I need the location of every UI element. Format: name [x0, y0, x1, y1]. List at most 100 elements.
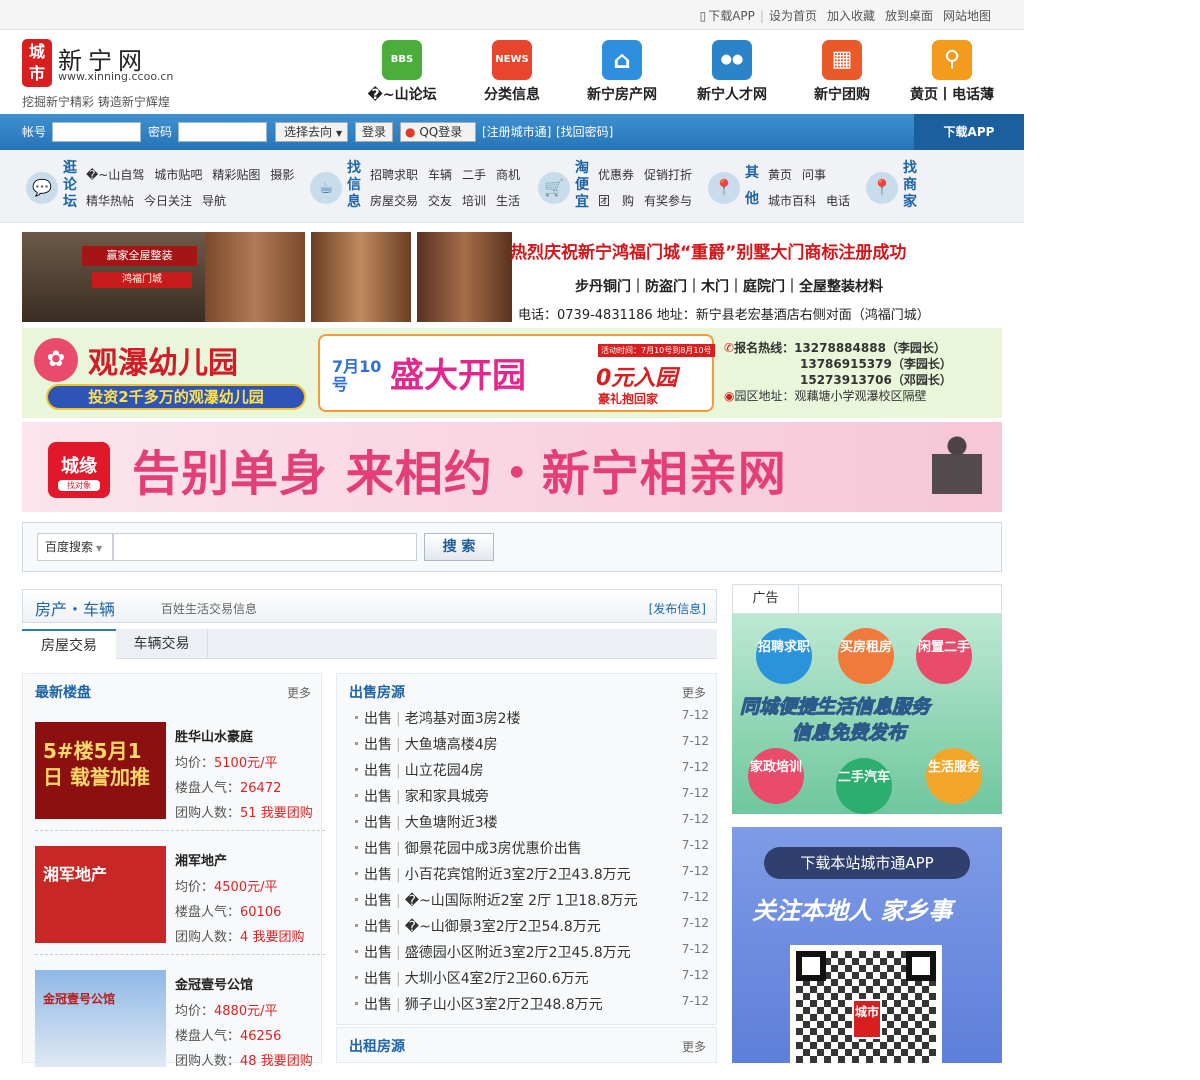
category-link[interactable]: 车辆: [428, 168, 452, 182]
loupan-item[interactable]: 金冠壹号公馆 金冠壹号公馆 均价：4880元/平 楼盘人气：46256 团购人数…: [35, 970, 325, 1080]
category-merchant[interactable]: 📍 找商家: [866, 160, 936, 214]
sale-list-item[interactable]: 出售 | 大圳小区4室2厅2卫60.6万元 7-12: [349, 968, 709, 994]
listing-title[interactable]: 狮子山小区3室2厅2卫48.8万元: [405, 997, 603, 1013]
group-buy-link[interactable]: 我要团购: [261, 806, 313, 821]
search-input[interactable]: [113, 533, 417, 561]
listing-title[interactable]: 大鱼塘高楼4房: [405, 737, 498, 753]
loupan-item[interactable]: 湘军地产 湘军地产 均价：4500元/平 楼盘人气：60106 团购人数：4 我…: [35, 846, 325, 956]
rent-more-link[interactable]: 更多: [682, 1038, 706, 1055]
category-link[interactable]: 电话: [826, 194, 850, 208]
category-link[interactable]: 有奖参与: [644, 194, 692, 208]
category-link[interactable]: 城市贴吧: [154, 168, 202, 182]
top-link-download[interactable]: 下载APP: [708, 9, 755, 23]
tab-car-trade[interactable]: 车辆交易: [116, 629, 208, 659]
sale-list-item[interactable]: 出售 | 大鱼塘附近3楼 7-12: [349, 812, 709, 838]
sale-list-item[interactable]: 出售 | 盛德园小区附近3室2厅2卫45.8万元 7-12: [349, 942, 709, 968]
separator: |: [396, 841, 401, 857]
login-button[interactable]: 登录: [355, 122, 393, 142]
register-link[interactable]: [注册城市通]: [482, 123, 551, 140]
separator: |: [396, 711, 401, 727]
category-link[interactable]: 促销打折: [644, 168, 692, 182]
nav-house[interactable]: ⌂ 新宁房产网: [567, 40, 677, 104]
listing-title[interactable]: 大圳小区4室2厅2卫60.6万元: [405, 971, 589, 987]
category-link[interactable]: 今日关注: [144, 194, 192, 208]
category-link[interactable]: 团 购: [598, 194, 634, 208]
group-buy-link[interactable]: 我要团购: [261, 1054, 313, 1069]
category-link[interactable]: 问事: [802, 168, 826, 182]
category-link[interactable]: 黄页: [768, 168, 792, 182]
loupan-item[interactable]: 5#楼5月1日 载誉加推 胜华山水豪庭 均价：5100元/平 楼盘人气：2647…: [35, 722, 325, 832]
bbs-icon: BBS: [382, 40, 422, 80]
category-link[interactable]: 摄影: [270, 168, 294, 182]
category-link[interactable]: 优惠券: [598, 168, 634, 182]
download-app-button[interactable]: 下载APP: [914, 114, 1024, 150]
nav-forum[interactable]: BBS �~山论坛: [347, 40, 457, 104]
listing-title[interactable]: 家和家具城旁: [405, 789, 489, 805]
category-link[interactable]: �~山自驾: [86, 168, 144, 182]
banner-dating[interactable]: 城缘 找对象 告别单身 来相约・新宁相亲网: [22, 422, 1002, 512]
category-title: 找信息: [347, 160, 361, 210]
sale-list-item[interactable]: 出售 | �~山御景3室2厅2卫54.8万元 7-12: [349, 916, 709, 942]
ad-info-service[interactable]: 招聘求职 买房租房 闲置二手 同城便捷生活信息服务 信息免费发布 家政培训 二手…: [732, 614, 1002, 814]
category-link[interactable]: 导航: [202, 194, 226, 208]
sale-list-item[interactable]: 出售 | 御景花园中成3房优惠价出售 7-12: [349, 838, 709, 864]
sale-more-link[interactable]: 更多: [682, 684, 706, 701]
listing-title[interactable]: �~山国际附近2室 2厅 1卫18.8万元: [405, 893, 638, 909]
category-link[interactable]: 培训: [462, 194, 486, 208]
listing-title[interactable]: 盛德园小区附近3室2厅2卫45.8万元: [405, 945, 631, 961]
find-password-link[interactable]: [找回密码]: [556, 123, 613, 140]
loupan-popularity: 60106: [240, 905, 282, 920]
loupan-name[interactable]: 湘军地产: [175, 850, 227, 869]
ad-download-app[interactable]: 下载本站城市通APP 关注本地人 家乡事 城市: [732, 827, 1002, 1063]
sale-list-item[interactable]: 出售 | 大鱼塘高楼4房 7-12: [349, 734, 709, 760]
sale-list-item[interactable]: 出售 | 家和家具城旁 7-12: [349, 786, 709, 812]
top-link-favorite[interactable]: 加入收藏: [827, 9, 875, 23]
loupan-name[interactable]: 金冠壹号公馆: [175, 974, 253, 993]
qq-login-button[interactable]: ● QQ登录: [400, 122, 476, 142]
listing-category: 出售: [364, 789, 392, 805]
category-link[interactable]: 商机: [496, 168, 520, 182]
nav-talent[interactable]: ●● 新宁人才网: [677, 40, 787, 104]
top-link-homepage[interactable]: 设为首页: [769, 9, 817, 23]
loupan-group-count: 4: [240, 930, 249, 945]
banner-headline: 热烈庆祝新宁鸿福门城“重爵”别墅大门商标注册成功: [510, 243, 907, 263]
listing-title[interactable]: �~山御景3室2厅2卫54.8万元: [405, 919, 601, 935]
nav-yellowpage[interactable]: ⚲ 黄页丨电话薄: [897, 40, 1007, 104]
sale-list-item[interactable]: 出售 | 小百花宾馆附近3室2厅2卫43.8万元 7-12: [349, 864, 709, 890]
listing-title[interactable]: 大鱼塘附近3楼: [405, 815, 498, 831]
password-input[interactable]: [178, 122, 267, 142]
top-link-sitemap[interactable]: 网站地图: [943, 9, 991, 23]
search-engine-select[interactable]: 百度搜索 ▼: [37, 533, 113, 561]
loupan-more-link[interactable]: 更多: [287, 684, 311, 701]
tab-house-trade[interactable]: 房屋交易: [22, 629, 116, 659]
top-link-desktop[interactable]: 放到桌面: [885, 9, 933, 23]
category-link[interactable]: 城市百科: [768, 194, 816, 208]
category-link[interactable]: 房屋交易: [370, 194, 418, 208]
nav-groupbuy[interactable]: ▦ 新宁团购: [787, 40, 897, 104]
listing-title[interactable]: 老鸿基对面3房2楼: [405, 711, 521, 727]
category-link[interactable]: 二手: [462, 168, 486, 182]
nav-classified[interactable]: NEWS 分类信息: [457, 40, 567, 104]
listing-title[interactable]: 御景花园中成3房优惠价出售: [405, 841, 582, 857]
listing-title[interactable]: 山立花园4房: [405, 763, 484, 779]
listing-category: 出售: [364, 971, 392, 987]
category-link[interactable]: 精彩贴图: [212, 168, 260, 182]
publish-link[interactable]: [发布信息]: [649, 600, 706, 617]
listing-title[interactable]: 小百花宾馆附近3室2厅2卫43.8万元: [405, 867, 631, 883]
sale-list-item[interactable]: 出售 | 老鸿基对面3房2楼 7-12: [349, 708, 709, 734]
destination-select[interactable]: 选择去向 ▼: [275, 122, 348, 142]
banner-kindergarten[interactable]: ✿ 观瀑幼儿园 投资2千多万的观瀑幼儿园 7月10号 盛大开园 活动时间：7月1…: [22, 328, 1002, 418]
category-link[interactable]: 交友: [428, 194, 452, 208]
sale-list-item[interactable]: 出售 | �~山国际附近2室 2厅 1卫18.8万元 7-12: [349, 890, 709, 916]
sale-list-item[interactable]: 出售 | 山立花园4房 7-12: [349, 760, 709, 786]
group-buy-link[interactable]: 我要团购: [252, 930, 304, 945]
sale-list-item[interactable]: 出售 | 狮子山小区3室2厅2卫48.8万元 7-12: [349, 994, 709, 1020]
category-link[interactable]: 生活: [496, 194, 520, 208]
category-link[interactable]: 精华热帖: [86, 194, 134, 208]
account-input[interactable]: [52, 122, 141, 142]
banner-door-city[interactable]: 赢家全屋整装 鸿福门城 热烈庆祝新宁鸿福门城“重爵”别墅大门商标注册成功 步丹铜…: [22, 232, 1002, 322]
loupan-name[interactable]: 胜华山水豪庭: [175, 726, 253, 745]
news-icon: NEWS: [492, 40, 532, 80]
search-button[interactable]: 搜 索: [424, 533, 494, 561]
category-link[interactable]: 招聘求职: [370, 168, 418, 182]
